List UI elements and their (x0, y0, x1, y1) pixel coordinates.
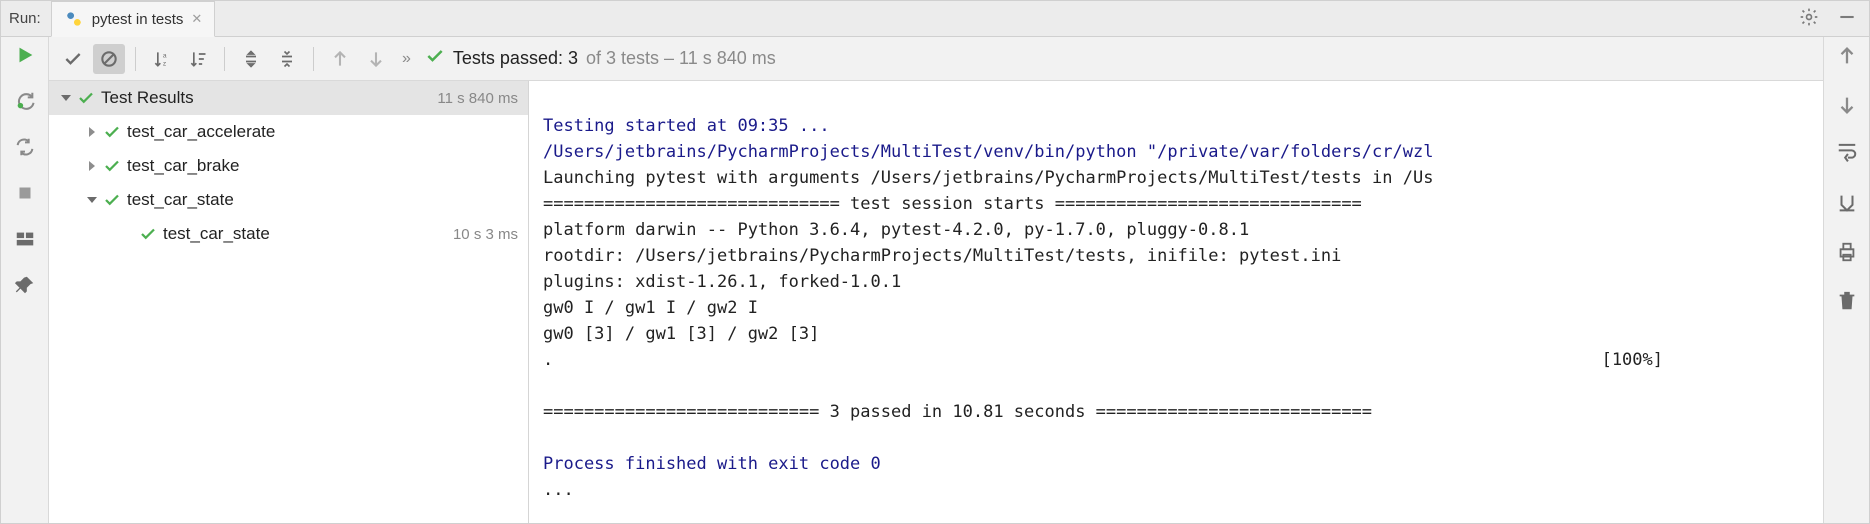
soft-wrap-icon[interactable] (1836, 143, 1858, 168)
run-icon[interactable] (13, 43, 37, 67)
pass-icon (103, 191, 121, 209)
layout-icon[interactable] (13, 227, 37, 251)
pass-icon (103, 123, 121, 141)
console-output[interactable]: Testing started at 09:35 ... /Users/jetb… (529, 81, 1823, 523)
chevron-down-icon[interactable] (83, 194, 101, 206)
close-tab-icon[interactable]: ✕ (191, 11, 202, 27)
tree-leaf-time: 10 s 3 ms (453, 226, 518, 243)
console-line: Process finished with exit code 0 (543, 454, 881, 474)
pin-icon[interactable] (13, 273, 37, 297)
print-icon[interactable] (1836, 241, 1858, 266)
svg-text:a: a (163, 52, 167, 59)
pass-icon (139, 225, 157, 243)
toggle-auto-test-icon[interactable] (13, 135, 37, 159)
chevron-right-icon[interactable] (83, 160, 101, 172)
expand-all-icon[interactable] (235, 44, 267, 74)
console-line: platform darwin -- Python 3.6.4, pytest-… (543, 220, 1249, 240)
console-line: ============================= test sessi… (543, 194, 1362, 214)
scroll-up-icon[interactable] (1836, 45, 1858, 70)
pass-icon (77, 89, 95, 107)
console-line: plugins: xdist-1.26.1, forked-1.0.1 (543, 272, 901, 292)
trash-icon[interactable] (1836, 290, 1858, 315)
chevron-right-icon[interactable] (83, 126, 101, 138)
status-passed-label: Tests passed: 3 (453, 48, 578, 69)
tree-node[interactable]: test_car_brake (49, 149, 528, 183)
console-line: /Users/jetbrains/PycharmProjects/MultiTe… (543, 142, 1433, 162)
tree-node-label: test_car_accelerate (127, 122, 518, 142)
tree-node-label: test_car_brake (127, 156, 518, 176)
tree-node[interactable]: test_car_accelerate (49, 115, 528, 149)
status-summary: of 3 tests – 11 s 840 ms (586, 48, 776, 69)
test-tree[interactable]: Test Results 11 s 840 ms test_car_accele… (49, 81, 529, 523)
run-label: Run: (9, 10, 41, 27)
tree-leaf-label: test_car_state (163, 224, 453, 244)
tab-label: pytest in tests (92, 11, 184, 28)
console-line: gw0 I / gw1 I / gw2 I (543, 298, 758, 318)
stop-icon[interactable] (13, 181, 37, 205)
svg-text:z: z (163, 60, 166, 67)
pytest-icon (64, 9, 84, 29)
pass-icon (103, 157, 121, 175)
status-check-icon (425, 46, 445, 71)
collapse-all-icon[interactable] (271, 44, 303, 74)
rerun-failed-icon[interactable] (13, 89, 37, 113)
sort-alpha-icon[interactable]: az (146, 44, 178, 74)
prev-test-icon[interactable] (324, 44, 356, 74)
console-line: .[100%] (543, 347, 1813, 373)
console-line: Launching pytest with arguments /Users/j… (543, 168, 1433, 188)
run-config-tab[interactable]: pytest in tests ✕ (51, 1, 216, 37)
tree-leaf[interactable]: test_car_state 10 s 3 ms (49, 217, 528, 251)
scroll-to-end-icon[interactable] (1836, 192, 1858, 217)
minimize-icon[interactable] (1837, 7, 1857, 30)
console-line: rootdir: /Users/jetbrains/PycharmProject… (543, 246, 1341, 266)
console-line: Testing started at 09:35 ... (543, 116, 830, 136)
sort-duration-icon[interactable] (182, 44, 214, 74)
more-icon[interactable]: » (396, 50, 417, 68)
console-line: gw0 [3] / gw1 [3] / gw2 [3] (543, 324, 819, 344)
tree-root[interactable]: Test Results 11 s 840 ms (49, 81, 528, 115)
tree-node[interactable]: test_car_state (49, 183, 528, 217)
chevron-down-icon[interactable] (57, 92, 75, 104)
settings-icon[interactable] (1799, 7, 1819, 30)
tree-node-label: test_car_state (127, 190, 518, 210)
show-passed-icon[interactable] (57, 44, 89, 74)
tree-root-time: 11 s 840 ms (437, 90, 518, 107)
next-test-icon[interactable] (360, 44, 392, 74)
console-line: ... (543, 480, 574, 500)
tree-root-label: Test Results (101, 88, 437, 108)
show-ignored-icon[interactable] (93, 44, 125, 74)
console-line: =========================== 3 passed in … (543, 402, 1372, 422)
scroll-down-icon[interactable] (1836, 94, 1858, 119)
